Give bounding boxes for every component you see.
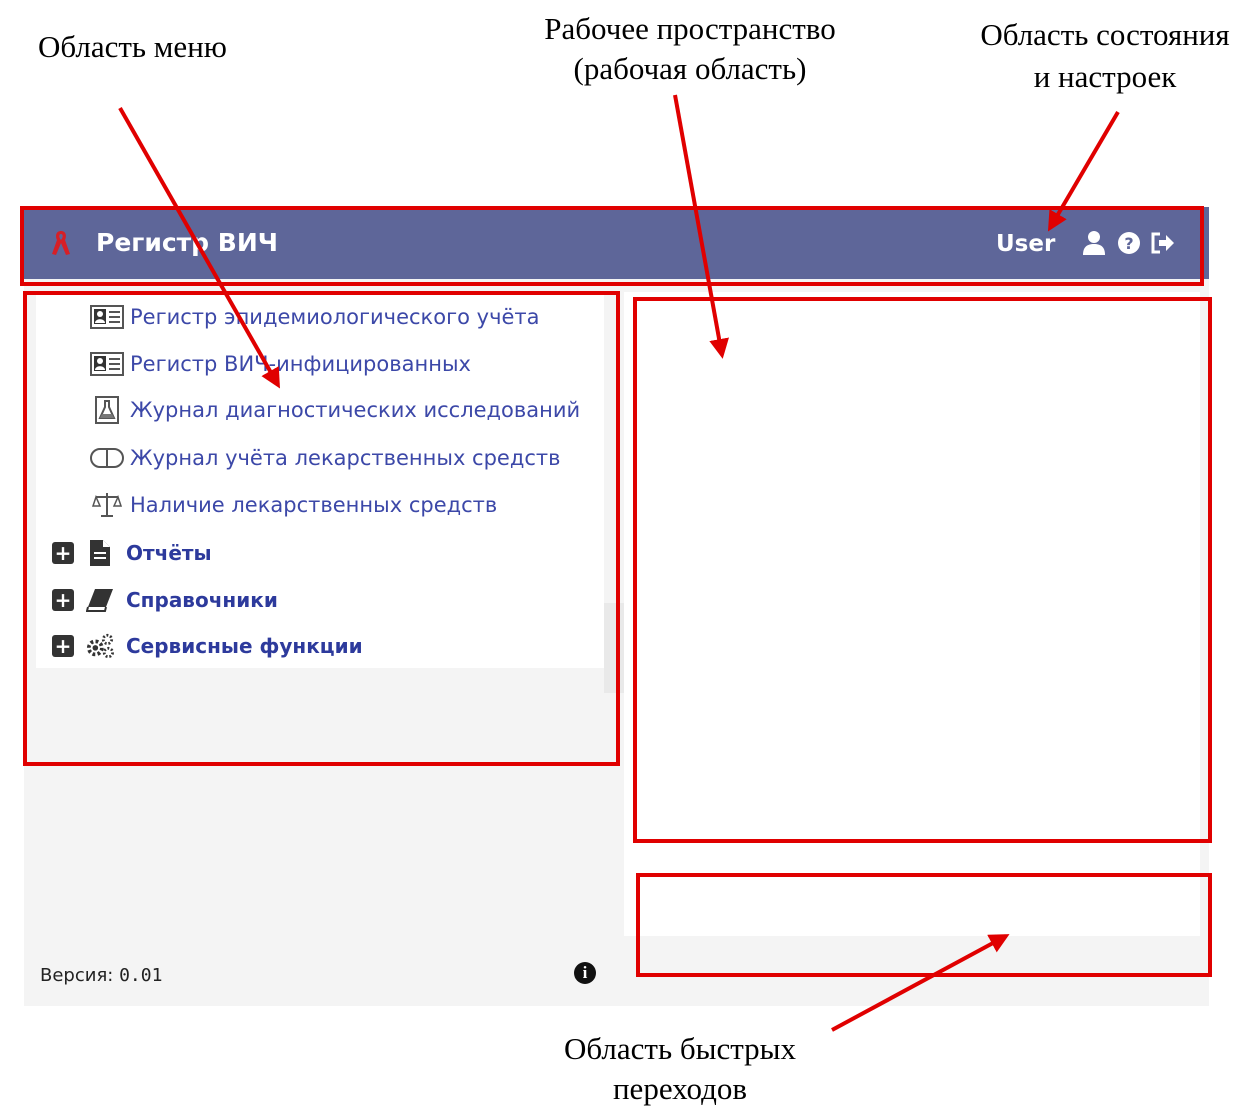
workspace-arrow	[673, 94, 729, 359]
quick-links-arrow	[831, 934, 1010, 1032]
menu-arrow	[118, 107, 280, 389]
annotation-arrows	[118, 94, 1120, 1032]
status-arrow	[1047, 110, 1120, 232]
